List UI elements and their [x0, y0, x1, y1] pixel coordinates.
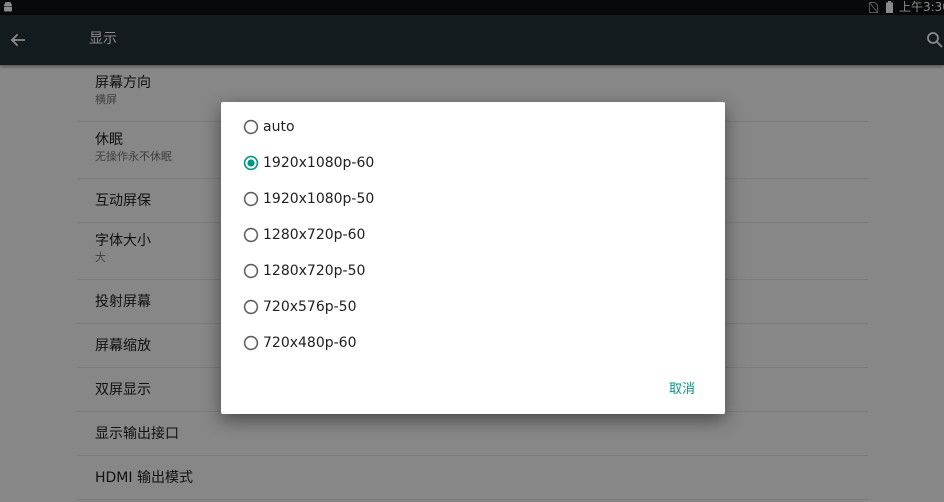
option-row[interactable]: 720x576p-50 — [221, 289, 725, 325]
option-label: 1920x1080p-60 — [263, 155, 375, 171]
radio-unchecked-icon[interactable] — [243, 119, 259, 135]
option-row[interactable]: 1920x1080p-60 — [221, 145, 725, 181]
option-row[interactable]: 1920x1080p-50 — [221, 181, 725, 217]
radio-unchecked-icon[interactable] — [243, 263, 259, 279]
radio-checked-icon[interactable] — [243, 155, 259, 171]
option-row[interactable]: auto — [221, 109, 725, 145]
option-row[interactable]: 1280x720p-50 — [221, 253, 725, 289]
hdmi-mode-dialog: auto 1920x1080p-60 1920x1080p-50 1280x72… — [221, 102, 725, 414]
radio-unchecked-icon[interactable] — [243, 299, 259, 315]
option-row[interactable]: 720x480p-60 — [221, 325, 725, 361]
option-label: auto — [263, 119, 295, 135]
radio-unchecked-icon[interactable] — [243, 191, 259, 207]
radio-unchecked-icon[interactable] — [243, 227, 259, 243]
option-row[interactable]: 1280x720p-60 — [221, 217, 725, 253]
option-label: 1920x1080p-50 — [263, 191, 375, 207]
option-label: 720x576p-50 — [263, 299, 357, 315]
option-label: 720x480p-60 — [263, 335, 357, 351]
option-label: 1280x720p-50 — [263, 263, 366, 279]
cancel-button[interactable]: 取消 — [669, 380, 695, 400]
radio-unchecked-icon[interactable] — [243, 335, 259, 351]
option-label: 1280x720p-60 — [263, 227, 366, 243]
